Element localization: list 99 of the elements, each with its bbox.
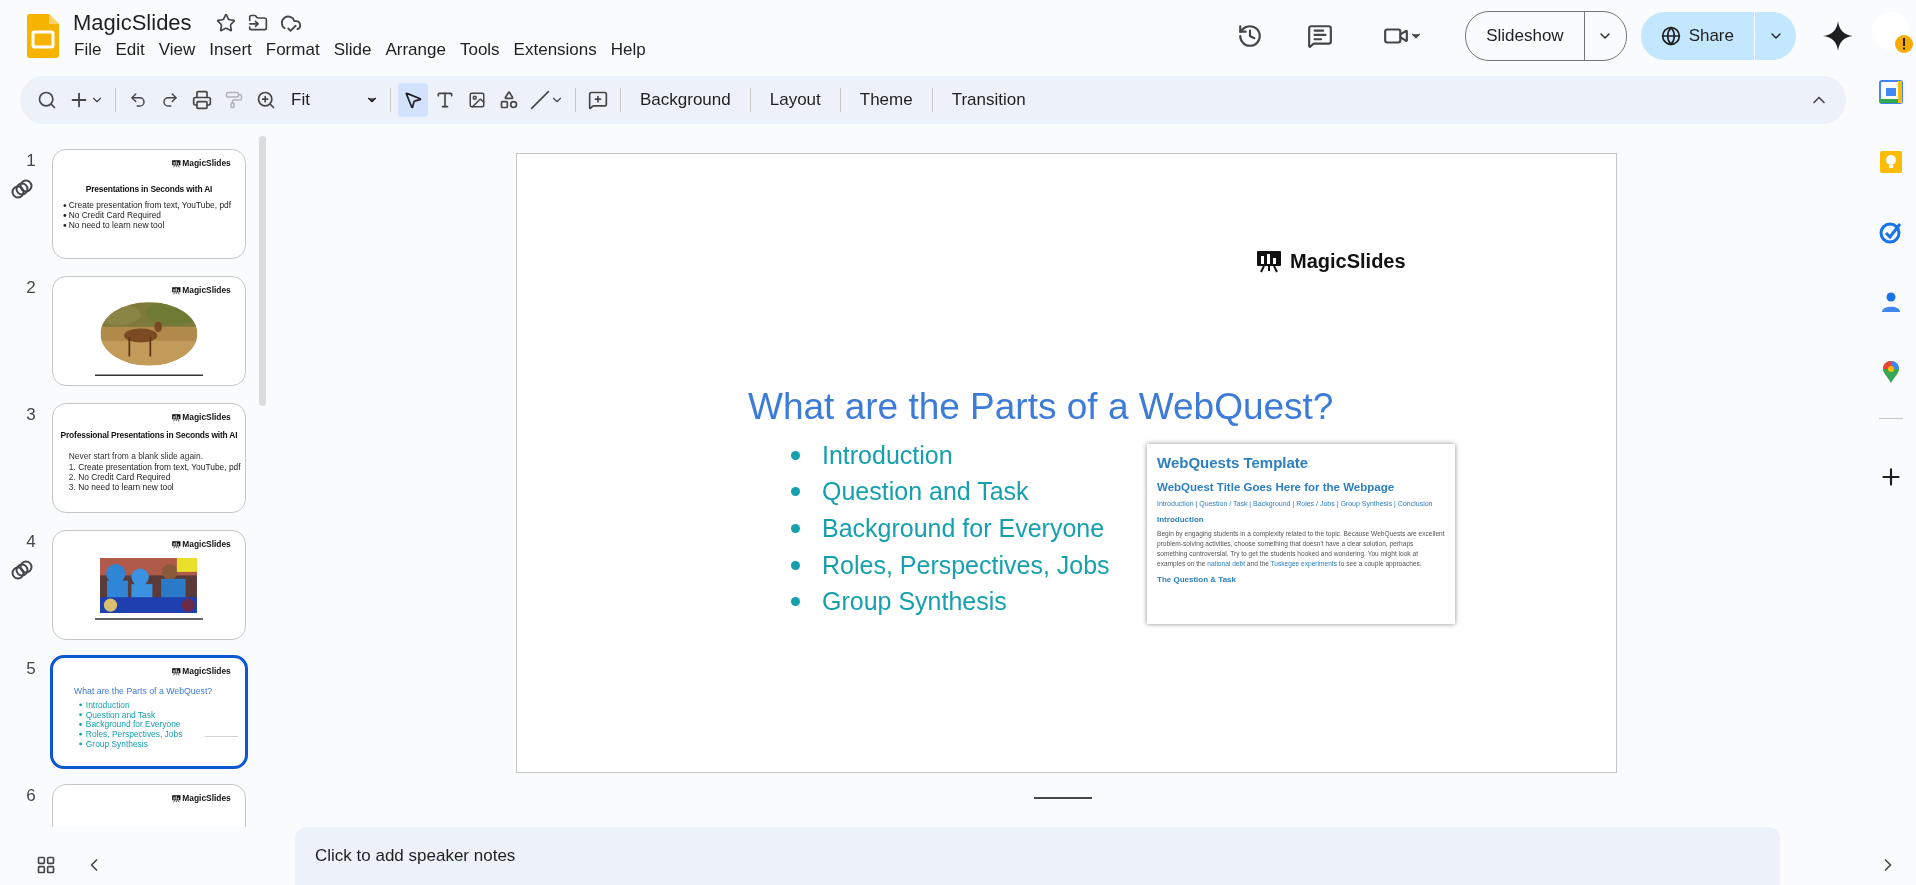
move-folder-icon[interactable] (247, 13, 268, 33)
bullet-text: Group Synthesis (85, 739, 148, 749)
sparkle-icon[interactable] (1822, 20, 1854, 52)
bullet-text: Create presentation from text, YouTube, pdf (68, 200, 232, 211)
presentation-board-icon (171, 667, 181, 676)
list-number: 1. (68, 462, 76, 473)
slide-number: 1 (25, 151, 36, 171)
list-text: Create presentation from text, YouTube, pdf (78, 462, 241, 473)
zoom-select[interactable]: Fit (283, 83, 383, 117)
toolbar-button[interactable]: Background (628, 83, 743, 117)
warning-icon (1894, 34, 1914, 54)
resize-handle[interactable] (1034, 797, 1092, 799)
bullet-text: Roles, Perspectives, Jobs (822, 550, 1110, 580)
rings-icon (11, 179, 33, 199)
menu-item[interactable]: Edit (108, 38, 152, 62)
document-title[interactable]: MagicSlides (73, 10, 204, 36)
bullet-dot (791, 487, 800, 497)
presentation-board-icon (171, 794, 181, 803)
slide-thumbnail[interactable]: MagicSlides (52, 530, 246, 640)
bullet-text: No need to learn new tool (68, 220, 165, 231)
presentation-board-icon (1256, 249, 1282, 273)
section-heading: The Question & Task (1157, 574, 1237, 584)
slide-thumbnail[interactable]: MagicSlides (52, 276, 246, 386)
bullet-dot (791, 450, 800, 460)
bullet-dot (791, 560, 800, 570)
presentation-board-icon (171, 286, 181, 295)
bullet-text: Roles, Perspectives, Jobs (85, 729, 183, 739)
slide-thumbnail[interactable]: MagicSlides Presentations in Seconds with AI Create presentation from text, YouTube, pdf No Credit Card Required No need to learn new tool (52, 149, 246, 259)
bullet-dot (79, 703, 82, 707)
menu-item[interactable]: File (67, 38, 109, 62)
bullet-dot (79, 723, 82, 726)
menu-item[interactable]: Help (603, 38, 653, 62)
section-heading: Introduction (1157, 515, 1205, 524)
bullet-dot (79, 742, 82, 746)
logo-text: MagicSlides (182, 539, 231, 550)
logo-text: MagicSlides (1290, 249, 1406, 273)
toolbar-button[interactable]: Layout (757, 83, 833, 117)
calendar-icon[interactable] (1879, 80, 1903, 104)
bullet-dot (79, 713, 82, 716)
menu-item[interactable]: Insert (202, 38, 259, 62)
slide-number: 6 (25, 786, 36, 806)
slide-subtitle: Never start from a blank slide again. (68, 451, 203, 461)
bullet-text: Background for Everyone (85, 719, 181, 730)
star-icon[interactable] (215, 13, 236, 33)
bullet-dot (791, 524, 800, 533)
slide-title: What are the Parts of a WebQuest? (73, 685, 213, 697)
logo-text: MagicSlides (182, 412, 231, 423)
presentation-board-icon (171, 413, 181, 422)
list-number: 2. (68, 472, 76, 483)
menu-item[interactable]: Tools (452, 38, 507, 62)
toolbar-button[interactable]: Transition (939, 83, 1038, 117)
slide-thumbnail[interactable]: MagicSlides What are the Parts of a WebQuest? Introduction Question and Task Background for Everyone Roles, Perspectives, Jobs Group Synthesis (50, 655, 248, 769)
presentation-board-icon (171, 540, 181, 549)
bullet-dot (63, 204, 67, 207)
bullet-text: Question and Task (85, 709, 156, 720)
slide-number: 3 (25, 405, 36, 425)
select-tool-icon[interactable] (398, 83, 428, 117)
document-title: WebQuests Template (1157, 454, 1310, 471)
logo-text: MagicSlides (182, 158, 231, 169)
slide-title: Presentations in Seconds with AI (84, 184, 214, 195)
toolbar-button[interactable]: Theme (847, 83, 925, 117)
bullet-text: Question and Task (822, 477, 1029, 507)
logo-text: MagicSlides (182, 666, 231, 677)
logo-text: MagicSlides (182, 793, 231, 804)
logo-text: MagicSlides (182, 285, 231, 296)
menu-item[interactable]: View (151, 38, 203, 62)
list-text: No Credit Card Required (78, 472, 171, 483)
speaker-notes-field[interactable]: Click to add speaker notes (295, 827, 1780, 885)
slides-logo (27, 14, 59, 58)
slide-thumbnail[interactable]: MagicSlides Professional Presentations in Seconds with AI Never start from a blank slide again. 1. Create presentation from text, YouTube, pdf 2. No Credit Card Required 3. No need to learn new tool (52, 403, 246, 513)
menu-item[interactable]: Format (258, 38, 327, 62)
bullet-dot (79, 732, 82, 736)
bullet-dot (791, 597, 800, 607)
slide-thumbnail[interactable]: MagicSlides (52, 784, 246, 827)
grid-view-icon[interactable] (36, 855, 56, 875)
slide-title: Professional Presentations in Seconds with AI (59, 430, 239, 440)
bullet-dot (63, 224, 67, 227)
contacts-icon[interactable] (1879, 290, 1903, 314)
bullet-dot (63, 214, 67, 217)
slide-number: 5 (25, 659, 36, 679)
menu-item[interactable]: Slide (326, 38, 379, 62)
tasks-icon[interactable] (1879, 220, 1903, 244)
menu-item[interactable]: Arrange (378, 38, 453, 62)
presentation-board-icon (171, 159, 181, 168)
list-text: No need to learn new tool (78, 482, 174, 493)
slide-number: 2 (25, 278, 36, 298)
slide-number: 4 (25, 532, 36, 552)
rings-icon (11, 560, 33, 580)
document-subtitle: WebQuest Title Goes Here for the Webpage (1157, 481, 1396, 493)
globe-icon (1660, 26, 1681, 46)
menu-item[interactable]: Extensions (506, 38, 604, 62)
bullet-text: Introduction (85, 700, 130, 710)
slide-title: What are the Parts of a WebQuest? (748, 386, 1334, 428)
list-number: 3. (68, 482, 76, 493)
bullet-text: No Credit Card Required (68, 210, 161, 221)
bullet-text: Group Synthesis (822, 587, 1007, 617)
bullet-text: Background for Everyone (822, 514, 1105, 543)
bullet-text: Introduction (822, 440, 953, 470)
line-icon (530, 90, 550, 110)
